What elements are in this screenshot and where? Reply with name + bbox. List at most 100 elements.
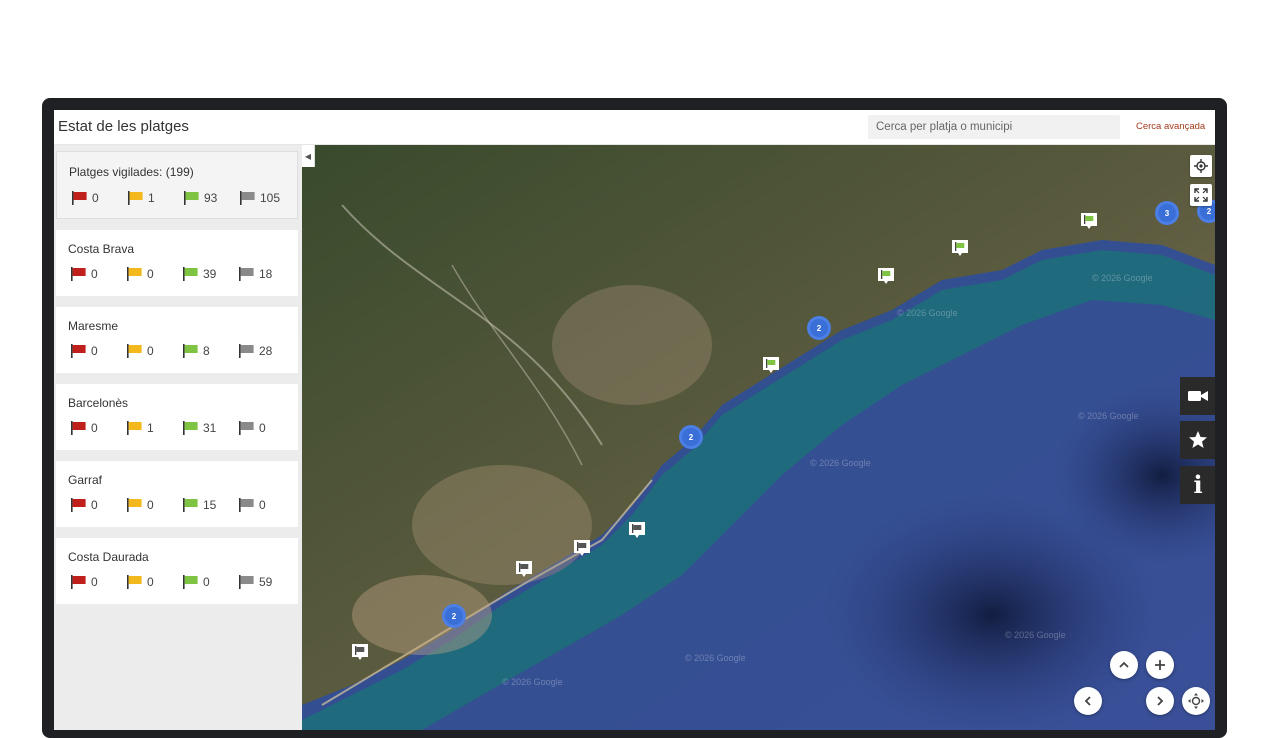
collapse-sidebar-button[interactable]: ◀	[302, 145, 315, 167]
flag-counts: 0 0 8 28	[70, 344, 294, 358]
advanced-search-link[interactable]: Cerca avançada	[1136, 121, 1205, 132]
yellow-flag-icon	[127, 498, 142, 512]
green-flag-icon	[183, 421, 198, 435]
plus-icon	[1155, 660, 1165, 670]
map-watermark: © 2026 Google	[1092, 273, 1153, 283]
yellow-flag-icon	[128, 191, 143, 205]
move-map-button[interactable]	[1182, 687, 1210, 715]
chevron-right-icon	[1157, 696, 1164, 706]
yellow-flag-icon	[127, 575, 142, 589]
yellow-flag-count: 1	[127, 191, 183, 205]
grey-flag-count: 0	[238, 498, 294, 512]
red-flag-count: 0	[70, 575, 126, 589]
search-input[interactable]	[868, 115, 1120, 139]
region-name: Barcelonès	[68, 396, 129, 410]
green-flag-count: 0	[182, 575, 238, 589]
page-title: Estat de les platges	[58, 118, 189, 135]
map-watermark: © 2026 Google	[1078, 411, 1139, 421]
yellow-flag-icon	[127, 344, 142, 358]
flag-counts: 0 1 31 0	[70, 421, 294, 435]
region-card-costa-daurada[interactable]: Costa Daurada 0 0 0 59	[56, 538, 298, 604]
summary-title: Platges vigilades: (199)	[69, 165, 194, 179]
red-flag-count: 0	[71, 191, 127, 205]
red-flag-icon	[71, 267, 86, 281]
beach-marker-green[interactable]	[1080, 212, 1098, 230]
star-icon	[1189, 431, 1207, 448]
region-name: Costa Brava	[68, 242, 135, 256]
yellow-flag-count: 0	[126, 267, 182, 281]
red-flag-count: 0	[70, 344, 126, 358]
green-flag-icon	[184, 191, 199, 205]
app-screen: Estat de les platges Cerca avançada Plat…	[54, 110, 1215, 730]
region-name: Maresme	[68, 319, 119, 333]
green-flag-icon	[183, 267, 198, 281]
move-icon	[1188, 693, 1204, 709]
region-card-maresme[interactable]: Maresme 0 0 8 28	[56, 307, 298, 373]
green-flag-count: 31	[182, 421, 238, 435]
summary-card[interactable]: Platges vigilades: (199) 0 1 93 105	[56, 151, 298, 219]
fullscreen-icon	[1194, 188, 1208, 202]
beach-marker-inactive[interactable]	[628, 521, 646, 539]
green-flag-icon	[183, 344, 198, 358]
flag-counts: 0 0 15 0	[70, 498, 294, 512]
pan-left-button[interactable]	[1074, 687, 1102, 715]
map-watermark: © 2026 Google	[1005, 630, 1066, 640]
region-card-barcelones[interactable]: Barcelonès 0 1 31 0	[56, 384, 298, 450]
map-watermark: © 2026 Google	[685, 653, 746, 663]
top-bar: Estat de les platges Cerca avançada	[54, 110, 1215, 145]
beach-marker-inactive[interactable]	[351, 643, 369, 661]
grey-flag-icon	[239, 267, 254, 281]
yellow-flag-count: 0	[126, 344, 182, 358]
locate-icon	[1194, 159, 1208, 173]
map-imagery	[302, 145, 1215, 730]
red-flag-icon	[71, 344, 86, 358]
green-flag-count: 93	[183, 191, 239, 205]
zoom-in-button[interactable]	[1146, 651, 1174, 679]
map-cluster[interactable]: 2	[442, 604, 466, 628]
beach-marker-green[interactable]	[951, 239, 969, 257]
grey-flag-icon	[239, 498, 254, 512]
sidebar: Platges vigilades: (199) 0 1 93 105 Cost…	[54, 145, 302, 730]
grey-flag-icon	[239, 344, 254, 358]
red-flag-icon	[71, 498, 86, 512]
grey-flag-icon	[240, 191, 255, 205]
fullscreen-button[interactable]	[1190, 184, 1212, 206]
webcam-button[interactable]	[1180, 377, 1215, 415]
beach-marker-inactive[interactable]	[573, 539, 591, 557]
green-flag-icon	[183, 498, 198, 512]
yellow-flag-count: 0	[126, 498, 182, 512]
map-cluster[interactable]: 3	[1155, 201, 1179, 225]
region-card-costa-brava[interactable]: Costa Brava 0 0 39 18	[56, 230, 298, 296]
beach-marker-inactive[interactable]	[515, 560, 533, 578]
flag-counts: 0 0 39 18	[70, 267, 294, 281]
grey-flag-count: 0	[238, 421, 294, 435]
yellow-flag-count: 0	[126, 575, 182, 589]
satellite-map[interactable]: © 2026 Google © 2026 Google © 2026 Googl…	[302, 145, 1215, 730]
region-name: Garraf	[68, 473, 103, 487]
map-cluster[interactable]: 2	[679, 425, 703, 449]
region-card-garraf[interactable]: Garraf 0 0 15 0	[56, 461, 298, 527]
video-camera-icon	[1188, 391, 1208, 401]
yellow-flag-count: 1	[126, 421, 182, 435]
info-icon: i	[1193, 470, 1203, 499]
map-watermark: © 2026 Google	[897, 308, 958, 318]
grey-flag-icon	[239, 421, 254, 435]
pan-right-button[interactable]	[1146, 687, 1174, 715]
map-watermark: © 2026 Google	[810, 458, 871, 468]
favorites-button[interactable]	[1180, 421, 1215, 459]
grey-flag-count: 18	[238, 267, 294, 281]
chevron-left-icon	[1084, 696, 1091, 706]
beach-marker-green[interactable]	[762, 356, 780, 374]
collapse-left-icon: ◀	[304, 151, 312, 161]
chevron-up-icon	[1119, 661, 1129, 668]
grey-flag-count: 59	[238, 575, 294, 589]
red-flag-count: 0	[70, 498, 126, 512]
info-button[interactable]: i	[1180, 466, 1215, 504]
grey-flag-count: 28	[238, 344, 294, 358]
green-flag-count: 39	[182, 267, 238, 281]
beach-marker-green[interactable]	[877, 267, 895, 285]
yellow-flag-icon	[127, 267, 142, 281]
map-cluster[interactable]: 2	[807, 316, 831, 340]
pan-up-button[interactable]	[1110, 651, 1138, 679]
locate-button[interactable]	[1190, 155, 1212, 177]
